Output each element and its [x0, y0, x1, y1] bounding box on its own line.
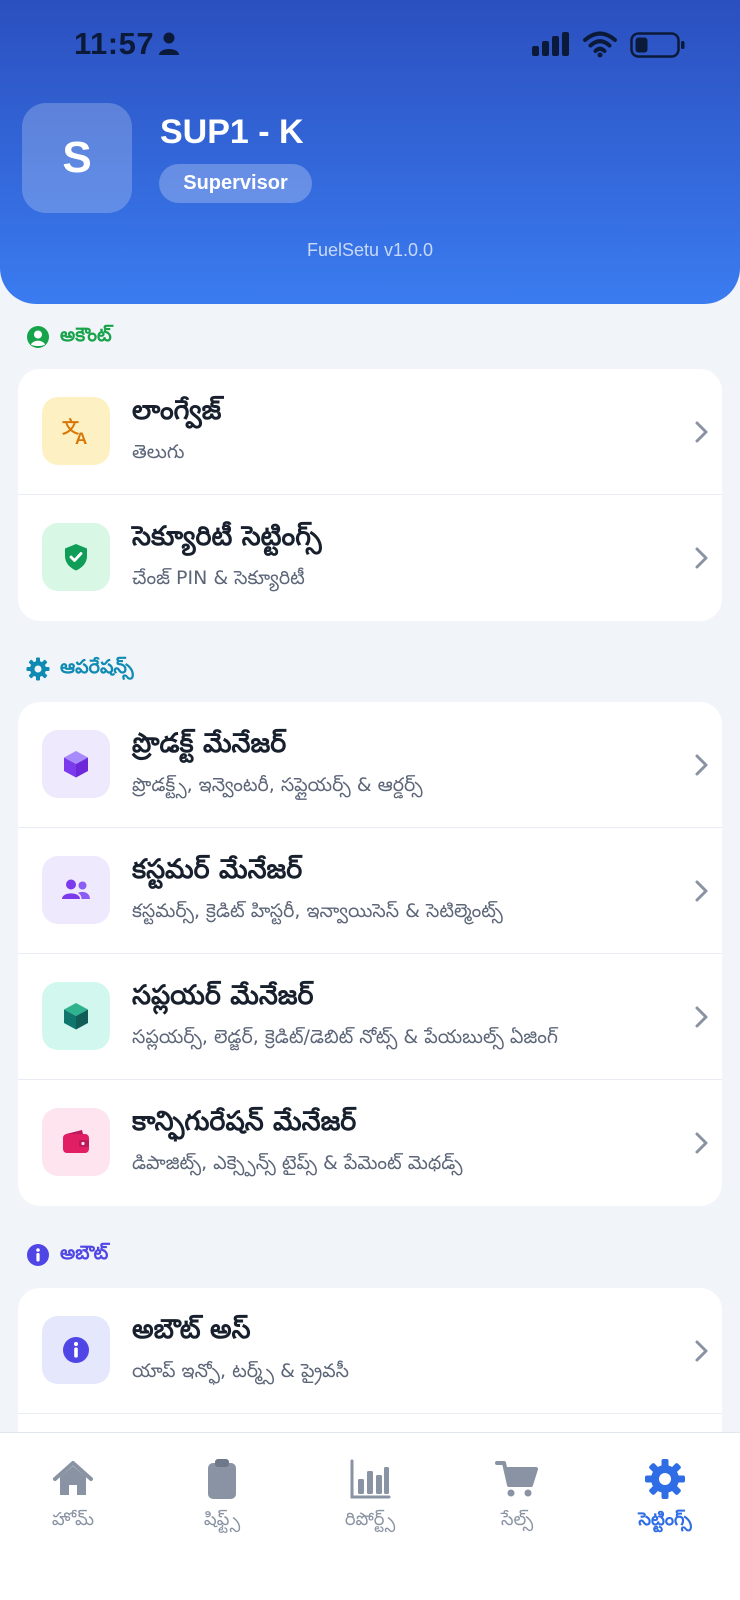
- settings-row-supplier-manager[interactable]: సప్లయర్ మేనేజర్ సప్లయర్స్, లెడ్జర్, క్రె…: [18, 954, 722, 1080]
- status-bar: 11:57: [0, 22, 740, 68]
- settings-row-configuration-manager[interactable]: కాన్ఫిగురేషన్ మేనేజర్ డిపాజిట్స్, ఎక్స్ప…: [18, 1080, 722, 1206]
- row-subtitle: చేంజ్ PIN & సెక్యూరిటీ: [132, 567, 305, 589]
- user-circle-icon: [27, 326, 49, 348]
- row-subtitle: తెలుగు: [132, 441, 185, 463]
- section-label: అబౌట్: [60, 1241, 109, 1264]
- settings-row-customer-manager[interactable]: కస్టమర్ మేనేజర్ కస్టమర్స్, క్రెడిట్ హిస్…: [18, 828, 722, 954]
- nav-label: హోమ్: [51, 1509, 95, 1530]
- row-title: కాన్ఫిగురేషన్ మేనేజర్: [132, 1106, 357, 1137]
- nav-label: రిపోర్ట్స్: [344, 1509, 396, 1530]
- row-subtitle: కస్టమర్స్, క్రెడిట్ హిస్టరీ, ఇన్వాయిసెస్…: [132, 900, 503, 922]
- info-icon: [63, 1337, 89, 1363]
- row-title: కస్టమర్ మేనేజర్: [132, 854, 303, 885]
- settings-row-product-manager[interactable]: ప్రొడక్ట్ మేనేజర్ ప్రొడక్ట్స్, ఇన్వెంటరీ…: [18, 702, 722, 828]
- account-card: 文 A లాంగ్వేజ్ తెలుగు సెక్యూరిటీ సెట్టింగ…: [18, 369, 722, 621]
- row-title: లాంగ్వేజ్: [132, 395, 222, 426]
- wallet-icon: [63, 1130, 89, 1153]
- chevron-right-icon: [695, 1340, 708, 1362]
- status-time: 11:57: [74, 26, 155, 61]
- settings-row-language[interactable]: 文 A లాంగ్వేజ్ తెలుగు: [18, 369, 722, 495]
- box-icon: [64, 1003, 88, 1030]
- info-icon: [27, 1244, 49, 1266]
- nav-sales[interactable]: సేల్స్: [457, 1457, 577, 1534]
- translate-icon: 文 A: [62, 417, 87, 447]
- svg-text:A: A: [75, 429, 87, 447]
- chevron-right-icon: [695, 421, 708, 443]
- row-title: అబౌట్ అస్: [132, 1314, 251, 1345]
- nav-home[interactable]: హోమ్: [13, 1457, 133, 1534]
- profile-header: 11:57 S SUP1 - K Supervisor FuelSetu v1.…: [0, 0, 740, 304]
- bar-chart-icon: [350, 1459, 391, 1499]
- wifi-icon: [583, 31, 617, 58]
- app-version: FuelSetu v1.0.0: [306, 240, 434, 260]
- bottom-navigation: హోమ్ షిఫ్ట్స్ రిపోర్ట్స్ సేల్స్ సెట్టింగ…: [0, 1432, 740, 1600]
- person-icon: [159, 32, 179, 55]
- row-subtitle: ప్రొడక్ట్స్, ఇన్వెంటరీ, సప్లైయర్స్ & ఆర్…: [132, 774, 423, 796]
- chevron-right-icon: [695, 547, 708, 569]
- chevron-right-icon: [695, 754, 708, 776]
- row-title: సప్లయర్ మేనేజర్: [132, 980, 314, 1011]
- row-subtitle: యాప్ ఇన్ఫో, టర్మ్స్ & ప్రైవసీ: [132, 1360, 350, 1382]
- cellular-signal-icon: [532, 32, 569, 56]
- users-icon: [62, 879, 90, 899]
- role-badge: Supervisor: [159, 164, 312, 203]
- section-title-operations: ఆపరేషన్స్: [26, 654, 134, 684]
- cube-icon: [64, 751, 88, 778]
- about-card: అబౌట్ అస్ యాప్ ఇన్ఫో, టర్మ్స్ & ప్రైవసీ: [18, 1288, 722, 1438]
- gear-icon: [26, 657, 50, 681]
- cart-icon: [495, 1461, 538, 1497]
- section-title-account: అకౌంట్: [26, 322, 112, 352]
- avatar: S: [22, 103, 132, 213]
- nav-label: సేల్స్: [500, 1509, 534, 1530]
- nav-settings[interactable]: సెట్టింగ్స్: [605, 1457, 725, 1534]
- row-subtitle: డిపాజిట్స్, ఎక్స్పెన్స్ టైప్స్ & పేమెంట్…: [132, 1152, 463, 1174]
- operations-card: ప్రొడక్ట్ మేనేజర్ ప్రొడక్ట్స్, ఇన్వెంటరీ…: [18, 702, 722, 1206]
- nav-reports[interactable]: రిపోర్ట్స్: [310, 1457, 430, 1534]
- settings-row-about-us[interactable]: అబౌట్ అస్ యాప్ ఇన్ఫో, టర్మ్స్ & ప్రైవసీ: [18, 1288, 722, 1414]
- chevron-right-icon: [695, 880, 708, 902]
- clipboard-icon: [208, 1459, 236, 1499]
- row-title: సెక్యూరిటీ సెట్టింగ్స్: [132, 521, 322, 552]
- shield-check-icon: [65, 544, 87, 571]
- home-icon: [53, 1461, 93, 1495]
- chevron-right-icon: [695, 1006, 708, 1028]
- chevron-right-icon: [695, 1132, 708, 1154]
- row-title: ప్రొడక్ట్ మేనేజర్: [132, 728, 287, 759]
- nav-label: సెట్టింగ్స్: [638, 1509, 692, 1530]
- section-title-about: అబౌట్: [26, 1240, 108, 1270]
- nav-label: షిఫ్ట్స్: [203, 1509, 241, 1530]
- settings-row-security[interactable]: సెక్యూరిటీ సెట్టింగ్స్ చేంజ్ PIN & సెక్య…: [18, 495, 722, 621]
- gear-icon: [645, 1459, 685, 1499]
- user-name: SUP1 - K: [160, 113, 304, 151]
- section-label: ఆపరేషన్స్: [60, 655, 134, 678]
- nav-shifts[interactable]: షిఫ్ట్స్: [162, 1457, 282, 1534]
- battery-icon: [630, 32, 685, 58]
- row-subtitle: సప్లయర్స్, లెడ్జర్, క్రెడిట్/డెబిట్ నోట్…: [132, 1026, 558, 1048]
- section-label: అకౌంట్: [60, 323, 112, 346]
